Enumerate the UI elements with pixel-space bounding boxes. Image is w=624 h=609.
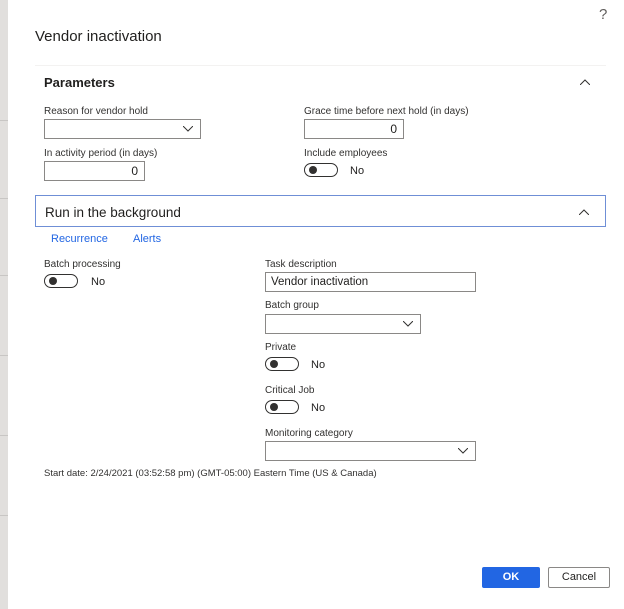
reason-for-vendor-hold-label: Reason for vendor hold bbox=[44, 106, 148, 117]
run-in-background-section-header[interactable]: Run in the background bbox=[35, 195, 606, 227]
batch-group-label: Batch group bbox=[265, 300, 319, 311]
parameters-section-title: Parameters bbox=[44, 75, 115, 90]
chevron-down-icon bbox=[403, 321, 413, 327]
private-value: No bbox=[311, 359, 326, 371]
critical-job-value: No bbox=[311, 402, 326, 414]
critical-job-toggle[interactable] bbox=[265, 400, 299, 414]
monitoring-category-label: Monitoring category bbox=[265, 428, 353, 439]
grace-time-label: Grace time before next hold (in days) bbox=[304, 106, 469, 117]
include-employees-value: No bbox=[350, 165, 365, 177]
background-page-edge bbox=[0, 0, 8, 609]
reason-for-vendor-hold-dropdown[interactable] bbox=[44, 119, 201, 139]
batch-processing-toggle[interactable] bbox=[44, 274, 78, 288]
run-in-background-title: Run in the background bbox=[45, 205, 181, 220]
help-icon[interactable]: ? bbox=[599, 6, 607, 23]
start-date-text: Start date: 2/24/2021 (03:52:58 pm) (GMT… bbox=[44, 468, 377, 479]
inactivity-period-input[interactable]: 0 bbox=[44, 161, 145, 181]
batch-processing-label: Batch processing bbox=[44, 259, 121, 270]
grace-time-input[interactable]: 0 bbox=[304, 119, 404, 139]
private-label: Private bbox=[265, 342, 297, 353]
chevron-up-icon[interactable] bbox=[580, 79, 590, 85]
include-employees-toggle[interactable] bbox=[304, 163, 338, 177]
private-toggle[interactable] bbox=[265, 357, 299, 371]
include-employees-label: Include employees bbox=[304, 148, 388, 159]
critical-job-label: Critical Job bbox=[265, 385, 315, 396]
ok-button[interactable]: OK bbox=[482, 567, 540, 588]
monitoring-category-dropdown[interactable] bbox=[265, 441, 476, 461]
parameters-section-header[interactable]: Parameters bbox=[35, 65, 606, 97]
chevron-up-icon[interactable] bbox=[579, 209, 589, 215]
task-description-input[interactable]: Vendor inactivation bbox=[265, 272, 476, 292]
chevron-down-icon bbox=[183, 126, 193, 132]
chevron-down-icon bbox=[458, 448, 468, 454]
task-description-label: Task description bbox=[265, 259, 337, 270]
tab-alerts[interactable]: Alerts bbox=[133, 233, 161, 245]
dialog-title: Vendor inactivation bbox=[35, 28, 162, 45]
inactivity-period-label: In activity period (in days) bbox=[44, 148, 158, 159]
tab-recurrence[interactable]: Recurrence bbox=[51, 233, 108, 245]
cancel-button[interactable]: Cancel bbox=[548, 567, 610, 588]
batch-processing-value: No bbox=[91, 276, 106, 288]
batch-group-dropdown[interactable] bbox=[265, 314, 421, 334]
